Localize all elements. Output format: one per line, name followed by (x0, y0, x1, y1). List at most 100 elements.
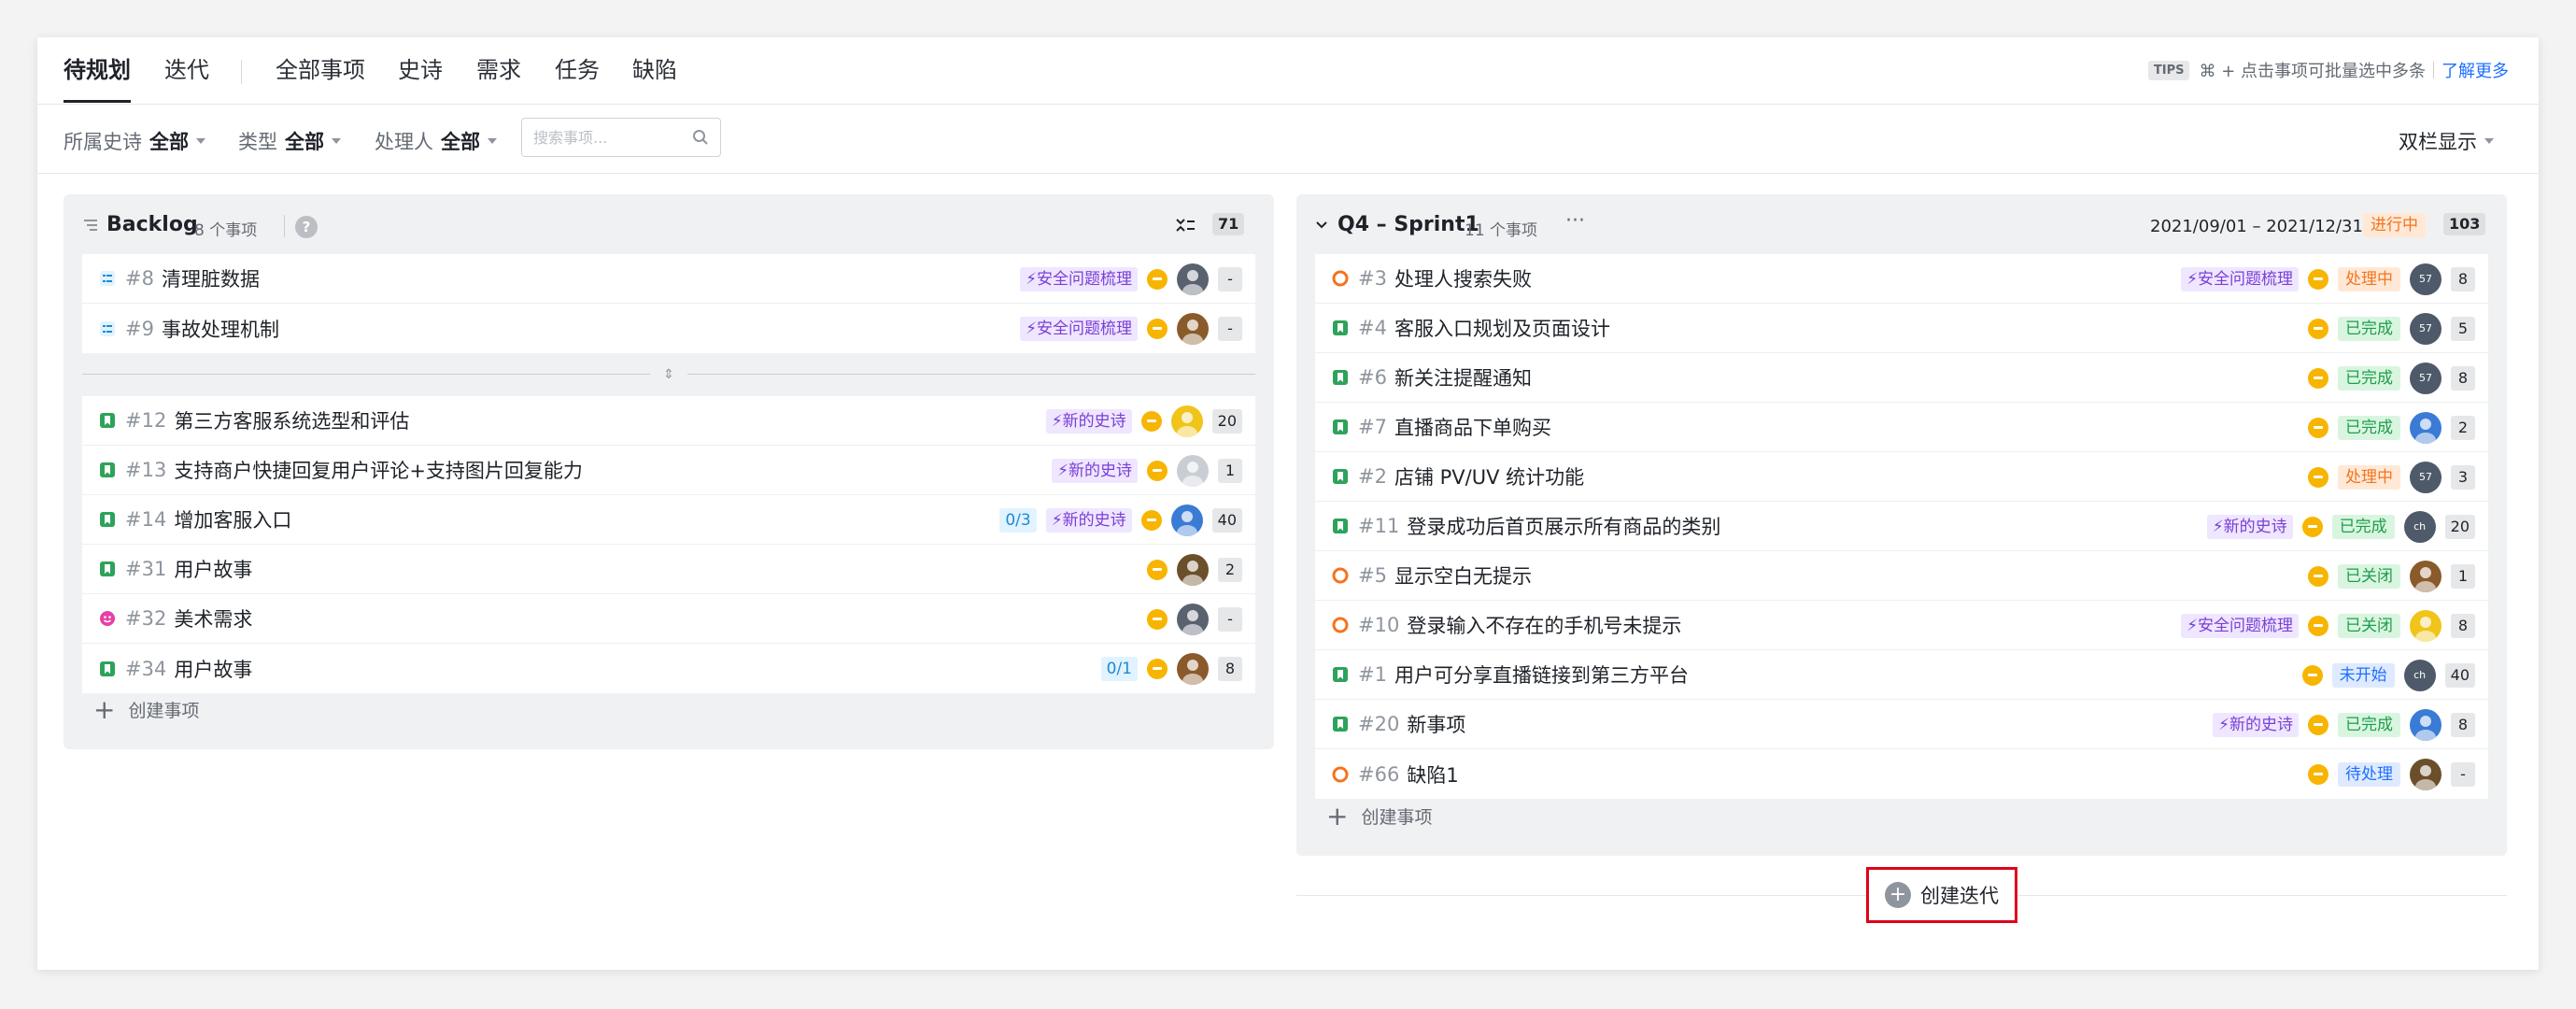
list-item[interactable]: #5 显示空白无提示 已关闭 1 (1315, 551, 2488, 601)
avatar[interactable]: 57 (2410, 362, 2442, 394)
list-item[interactable]: #66 缺陷1 待处理 - (1315, 749, 2488, 799)
item-title[interactable]: 新事项 (1407, 710, 1465, 738)
avatar[interactable] (1177, 263, 1209, 295)
backlog-create-item-button[interactable]: + 创建事项 (93, 696, 199, 722)
list-item[interactable]: #4 客服入口规划及页面设计 已完成 57 5 (1315, 304, 2488, 353)
item-title[interactable]: 事故处理机制 (162, 315, 279, 343)
item-title[interactable]: 显示空白无提示 (1394, 561, 1532, 590)
tab-backlog-planning[interactable]: 待规划 (64, 54, 131, 103)
item-title[interactable]: 直播商品下单购买 (1394, 413, 1551, 441)
avatar[interactable]: ch (2403, 510, 2436, 543)
priority-icon[interactable] (1147, 268, 1168, 290)
more-icon[interactable]: ··· (1565, 209, 1585, 233)
item-title[interactable]: 新关注提醒通知 (1394, 363, 1532, 391)
status-badge[interactable]: 处理中 (2338, 464, 2400, 490)
estimate-badge[interactable]: 2 (1218, 557, 1242, 582)
avatar[interactable] (1177, 312, 1209, 345)
list-item[interactable]: #31 用户故事 2 (82, 545, 1255, 594)
estimate-badge[interactable]: 8 (2451, 712, 2475, 737)
priority-icon[interactable] (2308, 417, 2328, 438)
learn-more-link[interactable]: 了解更多 (2442, 58, 2509, 82)
item-title[interactable]: 美术需求 (174, 604, 252, 632)
estimate-badge[interactable]: 2 (2451, 415, 2475, 440)
list-item[interactable]: #9 事故处理机制 ⚡安全问题梳理 - (82, 304, 1255, 353)
list-item[interactable]: #34 用户故事 0/1 8 (82, 644, 1255, 693)
epic-filter[interactable]: 所属史诗 全部 (64, 127, 205, 155)
help-icon[interactable]: ? (295, 216, 318, 238)
priority-icon[interactable] (1147, 460, 1168, 481)
estimate-badge[interactable]: 8 (1218, 656, 1242, 681)
avatar[interactable]: 57 (2410, 263, 2442, 295)
priority-icon[interactable] (2308, 763, 2328, 785)
estimate-badge[interactable]: - (1218, 266, 1242, 291)
avatar[interactable] (2410, 758, 2442, 790)
avatar[interactable]: ch (2403, 659, 2436, 691)
status-badge[interactable]: 已完成 (2338, 365, 2400, 391)
priority-icon[interactable] (2308, 565, 2328, 587)
item-title[interactable]: 增加客服入口 (174, 505, 291, 533)
epic-tag[interactable]: ⚡安全问题梳理 (2181, 613, 2299, 638)
priority-icon[interactable] (2301, 516, 2323, 537)
priority-icon[interactable] (2308, 367, 2328, 389)
epic-tag[interactable]: ⚡安全问题梳理 (1020, 266, 1138, 291)
estimate-badge[interactable]: 3 (2451, 464, 2475, 490)
list-item[interactable]: #20 新事项 ⚡新的史诗 已完成 8 (1315, 700, 2488, 749)
list-item[interactable]: #7 直播商品下单购买 已完成 2 (1315, 403, 2488, 452)
list-item[interactable]: #2 店铺 PV/UV 统计功能 处理中 57 3 (1315, 452, 2488, 502)
priority-icon[interactable] (1147, 658, 1168, 679)
priority-icon[interactable] (2308, 714, 2328, 735)
priority-icon[interactable] (2308, 268, 2328, 290)
list-item[interactable]: #14 增加客服入口 0/3 ⚡新的史诗 40 (82, 495, 1255, 545)
tab-requirement[interactable]: 需求 (476, 54, 521, 86)
view-mode-select[interactable]: 双栏显示 (2399, 127, 2494, 155)
estimate-badge[interactable]: - (2451, 761, 2475, 787)
item-title[interactable]: 登录成功后首页展示所有商品的类别 (1407, 512, 1720, 540)
epic-tag[interactable]: ⚡新的史诗 (2206, 514, 2293, 539)
sprint-create-item-button[interactable]: + 创建事项 (1326, 803, 1432, 829)
tab-iteration[interactable]: 迭代 (164, 54, 209, 86)
priority-icon[interactable] (1140, 410, 1162, 432)
estimate-badge[interactable]: - (1218, 316, 1242, 341)
estimate-badge[interactable]: 1 (2451, 563, 2475, 589)
collapse-icon[interactable] (1175, 217, 1196, 234)
tab-task[interactable]: 任务 (555, 54, 600, 86)
item-title[interactable]: 缺陷1 (1407, 760, 1458, 789)
priority-icon[interactable] (2308, 466, 2328, 488)
epic-tag[interactable]: ⚡新的史诗 (1045, 507, 1132, 533)
item-title[interactable]: 处理人搜索失败 (1394, 264, 1532, 292)
avatar[interactable] (1177, 553, 1209, 586)
priority-icon[interactable] (1147, 318, 1168, 339)
type-filter[interactable]: 类型 全部 (238, 127, 341, 155)
avatar[interactable] (1177, 652, 1209, 685)
status-badge[interactable]: 已完成 (2331, 514, 2395, 539)
search-icon[interactable] (692, 129, 709, 146)
tab-epic[interactable]: 史诗 (398, 54, 443, 86)
avatar[interactable]: 57 (2410, 461, 2442, 493)
avatar[interactable] (2410, 560, 2442, 592)
avatar[interactable] (2410, 609, 2442, 642)
status-badge[interactable]: 处理中 (2338, 266, 2400, 291)
drag-handle-icon[interactable]: ⇕ (650, 364, 687, 385)
priority-icon[interactable] (1140, 509, 1162, 531)
status-badge[interactable]: 已完成 (2338, 316, 2400, 341)
list-item[interactable]: #13 支持商户快捷回复用户评论+支持图片回复能力 ⚡新的史诗 1 (82, 446, 1255, 495)
priority-icon[interactable] (2301, 664, 2323, 686)
estimate-badge[interactable]: 8 (2451, 613, 2475, 638)
avatar[interactable] (1177, 603, 1209, 635)
priority-icon[interactable] (1147, 559, 1168, 580)
epic-tag[interactable]: ⚡安全问题梳理 (1020, 316, 1138, 341)
list-item[interactable]: #1 用户可分享直播链接到第三方平台 未开始 ch 40 (1315, 650, 2488, 700)
tab-bug[interactable]: 缺陷 (632, 54, 677, 86)
create-iteration-button[interactable]: + 创建迭代 (1866, 867, 2017, 923)
priority-icon[interactable] (2308, 318, 2328, 339)
item-title[interactable]: 登录输入不存在的手机号未提示 (1407, 611, 1681, 639)
estimate-badge[interactable]: 5 (2451, 316, 2475, 341)
item-title[interactable]: 第三方客服系统选型和评估 (174, 406, 409, 434)
estimate-badge[interactable]: 20 (2444, 514, 2475, 539)
avatar[interactable] (2410, 411, 2442, 444)
avatar[interactable]: 57 (2410, 312, 2442, 345)
epic-tag[interactable]: ⚡新的史诗 (1052, 458, 1138, 483)
list-item[interactable]: #10 登录输入不存在的手机号未提示 ⚡安全问题梳理 已关闭 8 (1315, 601, 2488, 650)
status-badge[interactable]: 已完成 (2338, 415, 2400, 440)
status-badge[interactable]: 已完成 (2338, 712, 2400, 737)
